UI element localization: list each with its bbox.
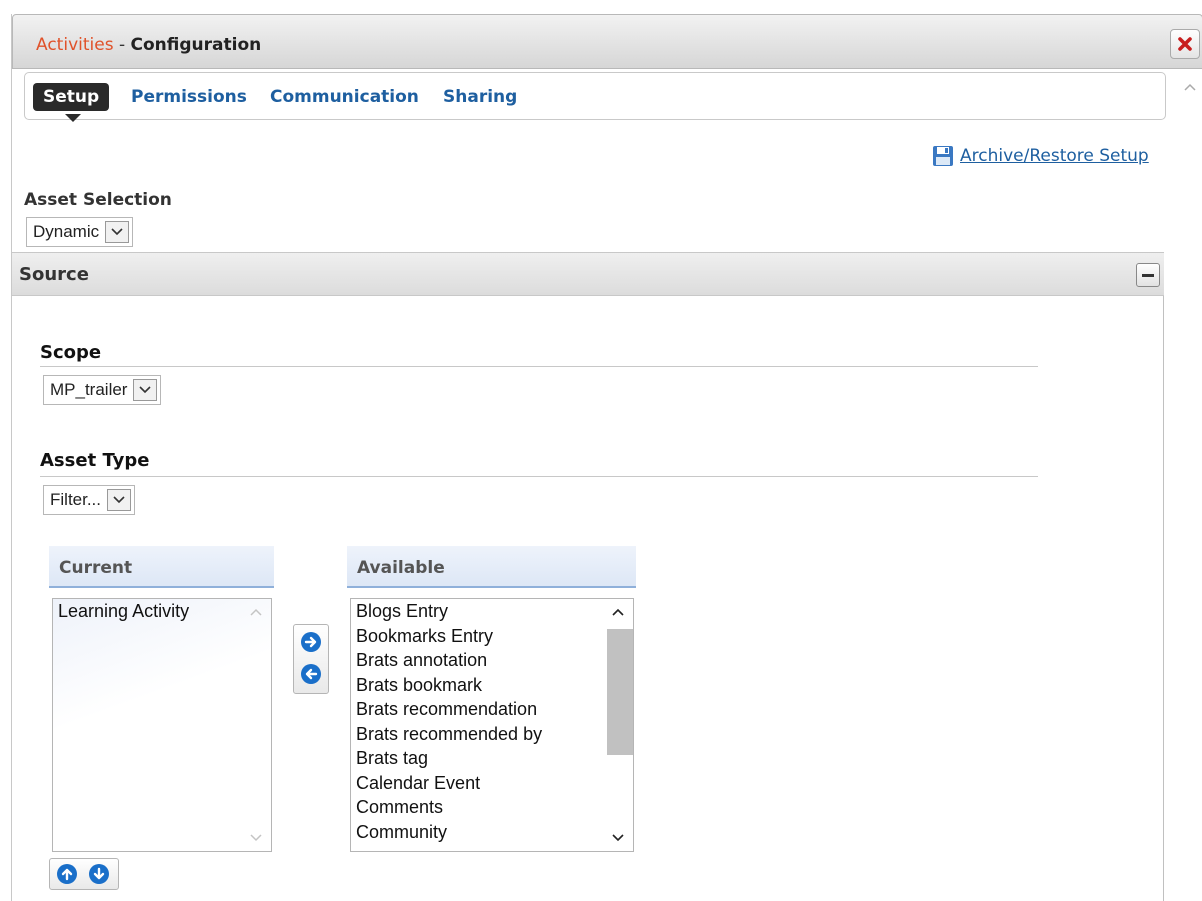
list-item[interactable]: Community — [351, 820, 633, 845]
tab-setup[interactable]: Setup — [33, 83, 110, 122]
asset-type-label: Asset Type — [40, 450, 150, 471]
close-icon — [1178, 37, 1192, 51]
scope-divider — [40, 366, 1038, 367]
minus-icon — [1142, 274, 1154, 277]
dialog-title: Activities - Configuration — [36, 35, 261, 55]
list-item[interactable]: Brats recommendation — [351, 697, 633, 722]
close-button[interactable] — [1170, 29, 1200, 59]
source-section: Source Scope MP_trailer Asset Type Filte… — [12, 252, 1164, 901]
save-icon — [933, 146, 953, 166]
dialog-titlebar: Activities - Configuration — [12, 14, 1202, 69]
move-right-button[interactable] — [300, 631, 322, 653]
tab-sharing[interactable]: Sharing — [443, 87, 517, 107]
scroll-up-icon[interactable] — [603, 601, 633, 623]
asset-type-value: Filter... — [50, 490, 102, 509]
configuration-dialog: Activities - Configuration Setup Permiss… — [11, 14, 1202, 901]
archive-restore-link[interactable]: Archive/Restore Setup — [932, 145, 1149, 167]
list-item[interactable]: Brats tag — [351, 746, 633, 771]
scope-value: MP_trailer — [50, 380, 128, 399]
collapse-button[interactable] — [1136, 263, 1160, 287]
list-item[interactable]: Bookmarks Entry — [351, 624, 633, 649]
dialog-title-text: Configuration — [130, 35, 262, 55]
tab-bar: Setup Permissions Communication Sharing — [24, 72, 1166, 122]
move-up-button[interactable] — [56, 863, 78, 885]
list-item[interactable]: Comments — [351, 795, 633, 820]
move-down-button[interactable] — [88, 863, 110, 885]
archive-restore-label: Archive/Restore Setup — [960, 146, 1149, 166]
scroll-up-icon[interactable] — [241, 601, 271, 623]
scope-select[interactable]: MP_trailer — [43, 375, 162, 405]
asset-selection-select[interactable]: Dynamic — [26, 217, 134, 247]
scroll-down-icon[interactable] — [603, 827, 633, 849]
available-listbox[interactable]: Blogs Entry Bookmarks Entry Brats annota… — [350, 598, 634, 852]
current-list-scrollbar[interactable] — [241, 599, 271, 851]
move-left-button[interactable] — [300, 663, 322, 685]
source-section-title: Source — [19, 264, 89, 285]
asset-selection-value: Dynamic — [33, 222, 100, 241]
chevron-down-icon — [133, 379, 158, 401]
transfer-buttons — [293, 624, 329, 694]
asset-selection-label: Asset Selection — [24, 190, 172, 210]
list-item[interactable]: Brats bookmark — [351, 673, 633, 698]
list-item[interactable]: Blogs Entry — [351, 599, 633, 624]
tab-permissions[interactable]: Permissions — [131, 87, 247, 107]
scroll-down-icon[interactable] — [241, 827, 271, 849]
chevron-down-icon — [107, 489, 132, 511]
chevron-down-icon — [105, 221, 130, 243]
dialog-title-app: Activities — [36, 35, 114, 55]
source-section-header[interactable]: Source — [12, 252, 1164, 296]
tab-communication[interactable]: Communication — [270, 87, 419, 107]
dialog-title-separator: - — [113, 35, 131, 55]
current-list-header: Current — [49, 546, 274, 588]
available-list-scrollbar[interactable] — [603, 599, 633, 851]
current-listbox[interactable]: Learning Activity — [52, 598, 272, 852]
scrollbar-thumb[interactable] — [607, 629, 633, 755]
reorder-buttons — [49, 858, 119, 890]
list-item[interactable]: Learning Activity — [53, 599, 271, 624]
available-list-header: Available — [347, 546, 636, 588]
scope-label: Scope — [40, 342, 102, 363]
asset-type-divider — [40, 476, 1038, 477]
list-item[interactable]: Brats recommended by — [351, 722, 633, 747]
list-item[interactable]: Calendar Event — [351, 771, 633, 796]
list-item[interactable]: Brats annotation — [351, 648, 633, 673]
asset-type-select[interactable]: Filter... — [43, 485, 136, 515]
page-scroll-up-icon[interactable] — [1178, 80, 1202, 100]
